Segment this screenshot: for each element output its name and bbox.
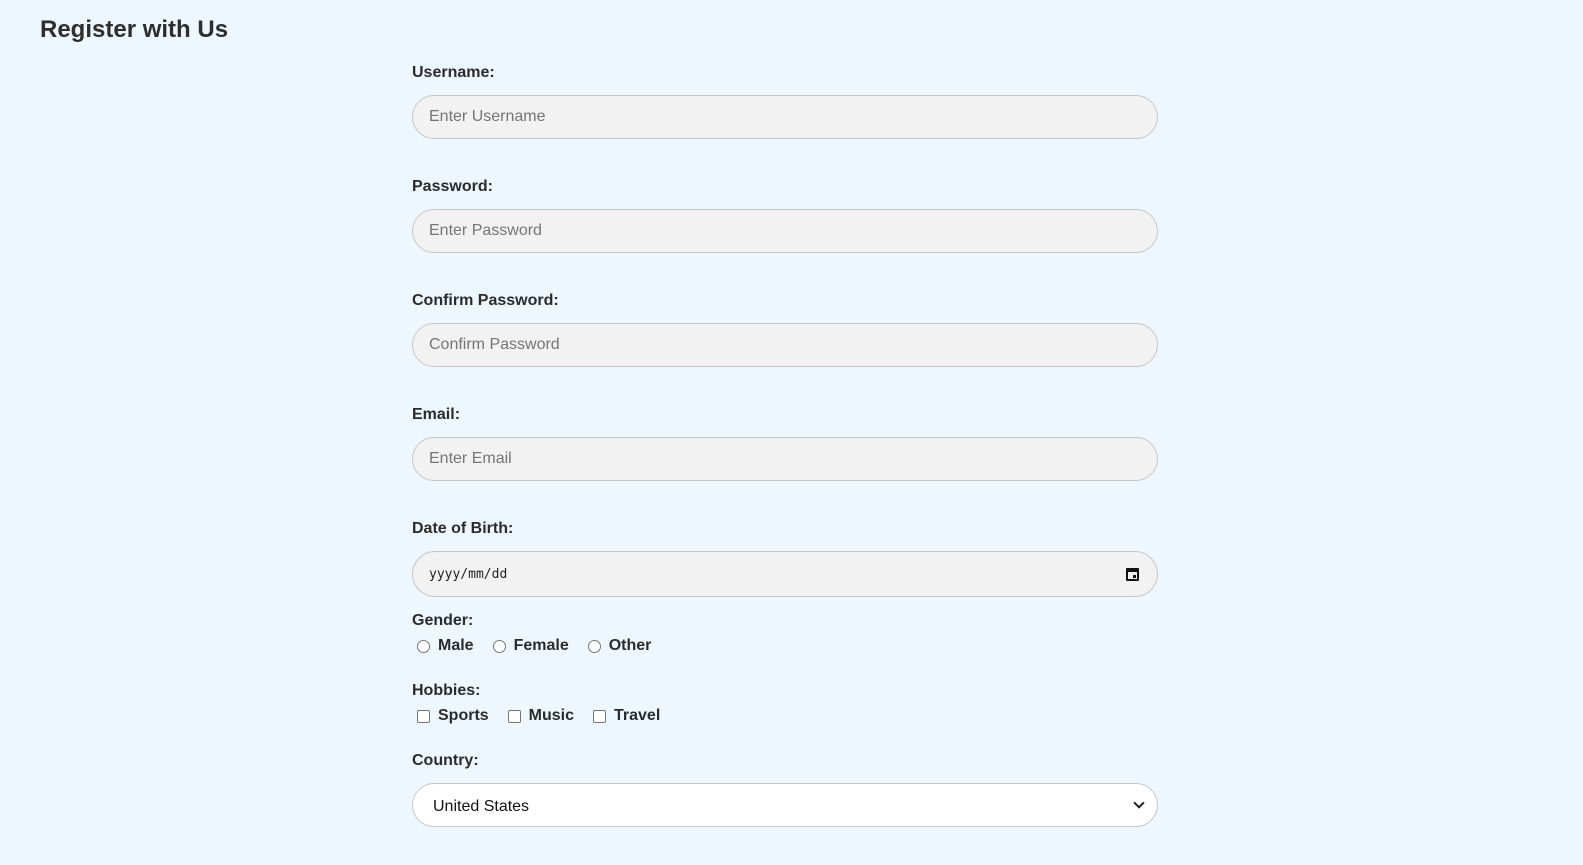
hobby-option-music[interactable]: Music [503,707,574,725]
hobby-option-travel[interactable]: Travel [588,707,660,725]
username-group: Username: [412,63,1158,139]
country-group: Country: United States [412,751,1158,827]
chevron-down-icon [1133,797,1145,809]
female-radio[interactable] [492,639,506,653]
sports-checkbox[interactable] [417,709,430,723]
male-radio[interactable] [417,639,430,653]
confirm-password-label: Confirm Password: [412,292,559,309]
gender-group: Gender: Male Female Other [412,611,1158,657]
password-input[interactable] [412,209,1158,253]
female-label[interactable]: Female [514,637,569,655]
confirm-password-input[interactable] [412,323,1158,367]
username-label: Username: [412,64,495,81]
email-input[interactable] [412,437,1158,481]
sports-label[interactable]: Sports [438,707,489,725]
gender-label: Gender: [412,612,474,629]
dob-label: Date of Birth: [412,520,514,537]
other-radio[interactable] [587,639,601,653]
hobbies-group: Hobbies: Sports Music Travel [412,681,1158,727]
travel-label[interactable]: Travel [614,707,660,725]
dob-placeholder: yyyy/mm/dd [429,566,508,582]
country-selected-value: United States [433,798,530,815]
username-input[interactable] [412,95,1158,139]
music-checkbox[interactable] [507,709,521,723]
country-label: Country: [412,752,479,769]
password-group: Password: [412,177,1158,253]
music-label[interactable]: Music [529,707,574,725]
password-label: Password: [412,178,493,195]
email-label: Email: [412,406,461,423]
calendar-icon[interactable] [1126,567,1139,581]
hobby-option-sports[interactable]: Sports [412,707,489,725]
travel-checkbox[interactable] [593,709,607,723]
hobbies-label: Hobbies: [412,682,481,699]
gender-option-female[interactable]: Female [488,637,569,655]
gender-options: Male Female Other [412,635,1158,657]
gender-option-male[interactable]: Male [412,637,474,655]
email-group: Email: [412,405,1158,481]
male-label[interactable]: Male [438,637,474,655]
registration-form: Username: Password: Confirm Password: Em… [412,63,1158,865]
dob-group: Date of Birth: yyyy/mm/dd [412,519,1158,597]
other-label[interactable]: Other [609,637,652,655]
hobbies-options: Sports Music Travel [412,705,1158,727]
country-select[interactable]: United States [412,783,1158,827]
page-title: Register with Us [40,16,229,43]
gender-option-other[interactable]: Other [583,637,652,655]
dob-input[interactable]: yyyy/mm/dd [412,551,1158,597]
confirm-password-group: Confirm Password: [412,291,1158,367]
